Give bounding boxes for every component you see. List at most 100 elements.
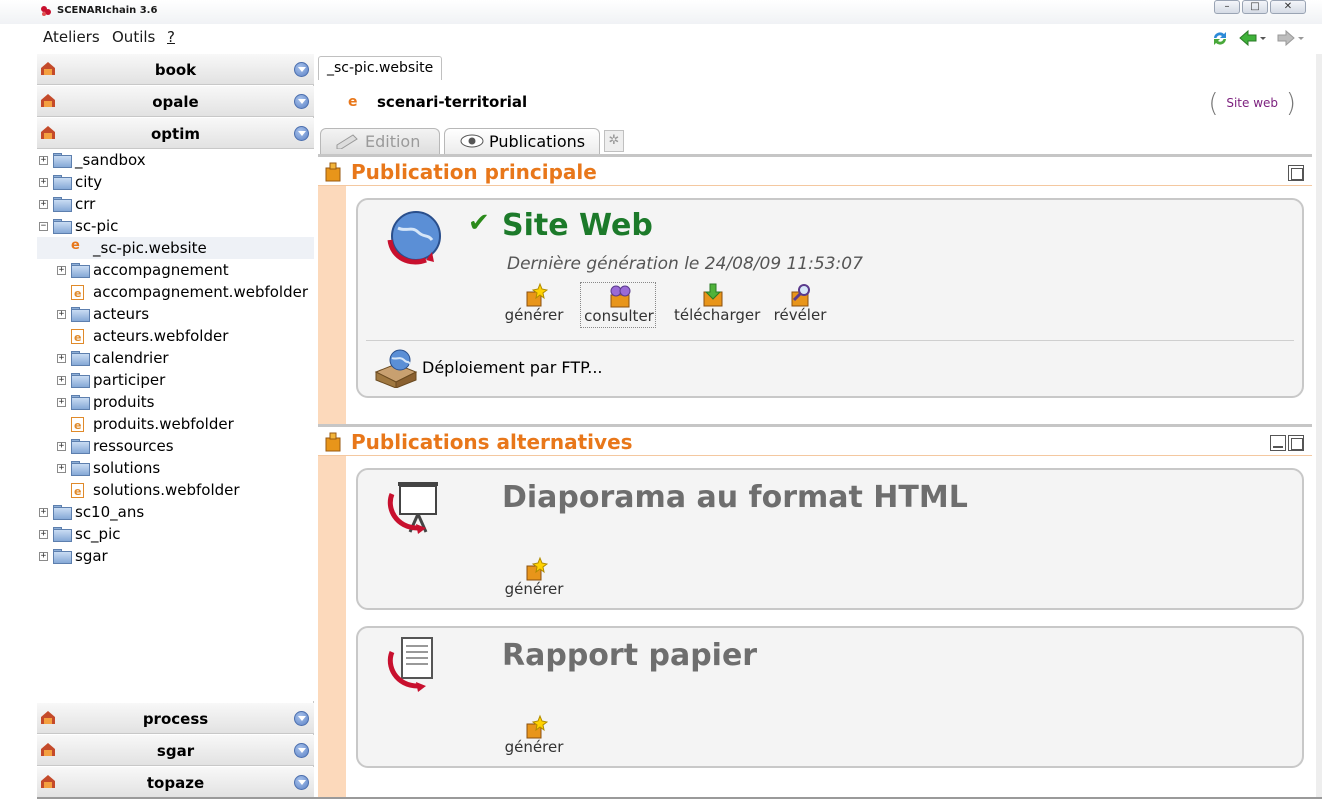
tree-item[interactable]: + solutions: [37, 457, 314, 479]
tree-item[interactable]: produits.webfolder: [37, 413, 314, 437]
menu-help[interactable]: ?: [167, 28, 175, 46]
reveal-icon: [791, 284, 810, 307]
publication-title: Site Web: [502, 208, 653, 243]
workspace-header-process[interactable]: process: [37, 703, 314, 734]
tree-item-label: sc10_ans: [75, 503, 145, 521]
folder-icon: [53, 505, 72, 520]
tree-item[interactable]: + sc_pic: [37, 523, 314, 545]
expand-icon[interactable]: +: [57, 464, 66, 473]
workspace-icon: [41, 743, 55, 756]
expand-icon[interactable]: +: [57, 442, 66, 451]
webfolder-icon: [71, 415, 84, 437]
back-arrow-icon[interactable]: [1238, 29, 1268, 47]
tree-item[interactable]: + ressources: [37, 435, 314, 457]
tree-item[interactable]: + participer: [37, 369, 314, 391]
folder-icon: [71, 373, 90, 388]
expand-icon[interactable]: +: [39, 178, 48, 187]
expand-icon[interactable]: +: [57, 354, 66, 363]
document-title: scenari-territorial: [377, 93, 528, 111]
tree-item[interactable]: + accompagnement: [37, 259, 314, 281]
expand-icon[interactable]: +: [57, 376, 66, 385]
menu-ateliers[interactable]: Ateliers: [43, 28, 100, 46]
expand-icon[interactable]: +: [39, 508, 48, 517]
site-web-link[interactable]: ( Site web ): [1208, 88, 1296, 119]
tree-item[interactable]: solutions.webfolder: [37, 479, 314, 503]
tree-item[interactable]: + crr: [37, 193, 314, 215]
refresh-icon[interactable]: [1210, 29, 1230, 47]
vertical-scrollbar[interactable]: [1316, 54, 1322, 798]
folder-icon: [53, 175, 72, 190]
workspace-icon: [41, 94, 55, 107]
maximize-section-button[interactable]: [1288, 435, 1304, 451]
menu-outils[interactable]: Outils: [112, 28, 155, 46]
tree-item[interactable]: + calendrier: [37, 347, 314, 369]
close-window-button[interactable]: ✕: [1270, 0, 1306, 14]
expand-icon[interactable]: +: [39, 552, 48, 561]
minimize-section-button[interactable]: [1270, 435, 1286, 451]
generate-button[interactable]: générer: [496, 282, 572, 328]
tab-edition[interactable]: Edition: [320, 128, 440, 154]
section-header-principal: Publication principale: [318, 154, 1312, 186]
tree-item[interactable]: + acteurs: [37, 303, 314, 325]
tree-item[interactable]: + _sandbox: [37, 149, 314, 171]
tree-item[interactable]: acteurs.webfolder: [37, 325, 314, 349]
forward-arrow-icon[interactable]: [1276, 29, 1306, 47]
tree-item[interactable]: + city: [37, 171, 314, 193]
workspace-header-optim[interactable]: optim: [37, 118, 314, 149]
add-view-tab-button[interactable]: ✲: [604, 130, 624, 152]
reveal-label: révéler: [773, 306, 827, 324]
tree-item[interactable]: + sgar: [37, 545, 314, 567]
tab-publications[interactable]: Publications: [444, 128, 600, 154]
workspace-icon: [41, 711, 55, 724]
maximize-window-button[interactable]: □: [1242, 0, 1268, 14]
document-tab[interactable]: _sc-pic.website: [318, 56, 443, 80]
expand-icon[interactable]: +: [57, 266, 66, 275]
tree-item[interactable]: + sc10_ans: [37, 501, 314, 523]
maximize-section-button[interactable]: [1288, 165, 1304, 181]
tree-item-label: produits: [93, 393, 155, 411]
expand-icon[interactable]: +: [57, 310, 66, 319]
expand-icon[interactable]: +: [39, 530, 48, 539]
chevron-down-icon[interactable]: [294, 94, 309, 109]
workspace-header-topaze[interactable]: topaze: [37, 767, 314, 798]
tree-item[interactable]: + produits: [37, 391, 314, 413]
workspace-header-opale[interactable]: opale: [37, 86, 314, 117]
expand-icon[interactable]: +: [39, 200, 48, 209]
tree-item-label: _sc-pic.website: [93, 239, 207, 257]
expand-icon[interactable]: +: [39, 156, 48, 165]
bottom-border: [37, 797, 1322, 799]
generate-button[interactable]: générer: [496, 714, 572, 760]
workspace-header-book[interactable]: book: [37, 54, 314, 85]
reveal-button[interactable]: révéler: [762, 282, 838, 328]
workspace-icon: [41, 775, 55, 788]
generate-icon: [526, 714, 548, 739]
folder-icon: [71, 307, 90, 322]
workspace-header-sgar[interactable]: sgar: [37, 735, 314, 766]
chevron-down-icon[interactable]: [294, 126, 309, 141]
chevron-down-icon[interactable]: [294, 711, 309, 726]
consult-button[interactable]: consulter: [580, 282, 656, 328]
ftp-deploy-button[interactable]: Déploiement par FTP...: [374, 348, 674, 388]
expand-icon[interactable]: +: [57, 398, 66, 407]
chevron-down-icon[interactable]: [294, 743, 309, 758]
generate-button[interactable]: générer: [496, 556, 572, 602]
file-tree: + _sandbox + city + crr − sc-pic e _sc-pic.websit…: [37, 149, 314, 701]
tree-item[interactable]: − sc-pic: [37, 215, 314, 237]
webfolder-icon: [71, 327, 84, 349]
tree-item-label: accompagnement: [93, 261, 229, 279]
download-button[interactable]: télécharger: [674, 282, 760, 328]
tree-item[interactable]: e _sc-pic.website: [37, 237, 314, 259]
minimize-window-button[interactable]: –: [1214, 0, 1240, 14]
collapse-icon[interactable]: −: [39, 222, 48, 231]
workspace-label: process: [142, 710, 209, 728]
chevron-down-icon[interactable]: [294, 62, 309, 77]
tree-item-label: acteurs.webfolder: [93, 327, 229, 345]
open-folder-icon: [53, 219, 72, 234]
tree-item[interactable]: accompagnement.webfolder: [37, 281, 314, 305]
tree-item-label: sc_pic: [75, 525, 121, 543]
chevron-down-icon[interactable]: [294, 775, 309, 790]
workspace-label: topaze: [146, 774, 205, 792]
divider: [366, 340, 1294, 341]
publication-card-rapport: Rapport papier générer: [356, 626, 1304, 768]
view-tabs: Edition Publications ✲: [320, 126, 1314, 154]
